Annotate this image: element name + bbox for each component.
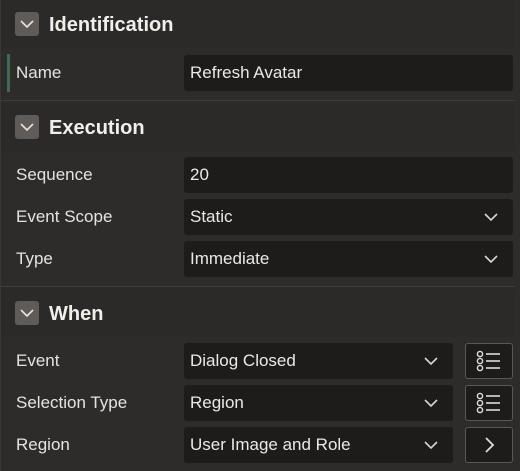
property-row-event-scope: Event Scope Static [1,196,520,238]
list-icon [476,350,500,372]
section-execution-header: Execution [1,103,520,151]
collapse-identification-toggle[interactable] [15,12,39,36]
property-row-name: Name Refresh Avatar [1,52,520,94]
property-label: Sequence [16,165,93,184]
chevron-down-icon [20,123,34,132]
collapse-execution-toggle[interactable] [15,115,39,139]
property-editor-panel: Identification Name Refresh Avatar Execu… [0,0,520,471]
chevron-down-icon [424,399,438,408]
selection-type-list-button[interactable] [465,385,513,421]
property-row-sequence: Sequence 20 [1,154,520,196]
property-row-event: Event Dialog Closed [1,340,520,382]
chevron-down-icon [424,441,438,450]
active-row-marker [7,54,10,92]
property-label: Name [16,63,62,82]
property-label: Type [16,249,53,268]
event-scope-select[interactable]: Static [184,199,513,235]
select-value: Dialog Closed [190,351,296,370]
chevron-down-icon [20,20,34,29]
collapse-when-toggle[interactable] [15,301,39,325]
property-label: Selection Type [16,393,128,412]
list-icon [476,392,500,414]
property-row-type: Type Immediate [1,238,520,280]
select-value: Region [190,393,244,412]
select-value: Static [190,207,233,226]
go-to-region-button[interactable] [465,427,513,463]
property-label: Region [16,435,70,454]
chevron-down-icon [484,213,498,222]
name-input[interactable]: Refresh Avatar [184,55,513,91]
section-title: Execution [49,117,145,139]
selection-type-select[interactable]: Region [184,385,453,421]
event-select[interactable]: Dialog Closed [184,343,453,379]
chevron-down-icon [20,309,34,318]
property-row-selection-type: Selection Type Region [1,382,520,424]
sequence-input[interactable]: 20 [184,157,513,193]
select-value: Immediate [190,249,270,268]
property-label: Event [16,351,60,370]
type-select[interactable]: Immediate [184,241,513,277]
scrollbar[interactable] [515,0,520,471]
property-label: Event Scope [16,207,113,226]
event-list-button[interactable] [465,343,513,379]
chevron-right-icon [485,437,495,453]
chevron-down-icon [484,255,498,264]
chevron-down-icon [424,357,438,366]
section-identification-header: Identification [1,0,520,48]
section-title: Identification [49,14,174,36]
region-select[interactable]: User Image and Role [184,427,453,463]
select-value: User Image and Role [190,435,351,454]
section-when-header: When [1,289,520,337]
property-row-region: Region User Image and Role [1,424,520,466]
section-title: When [49,303,104,325]
divider [1,286,520,287]
divider [1,100,520,101]
